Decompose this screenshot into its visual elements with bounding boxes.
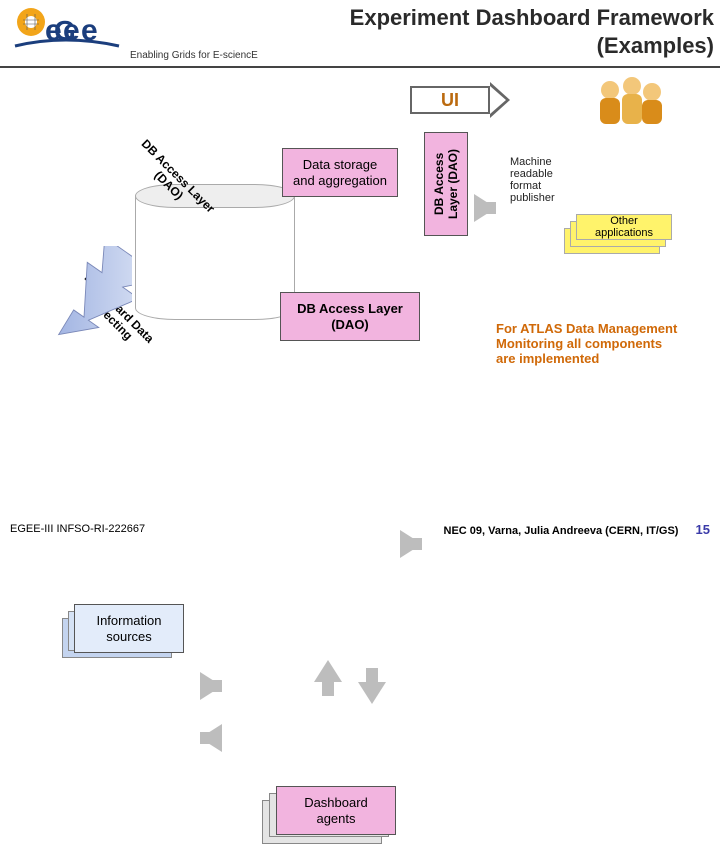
dashboard-agents-stack: Dashboard agents [262,786,402,848]
dao-lower-label: DB Access Layer (DAO) [297,301,403,332]
other-apps-stack: Other applications [564,214,672,258]
slide-title: Experiment Dashboard Framework (Examples… [350,4,714,59]
ui-arrow: UI [410,82,510,118]
page-number: 15 [696,522,710,537]
footer-right: NEC 09, Varna, Julia Andreeva (CERN, IT/… [444,525,679,537]
dao-vertical-label: DB Access Layer (DAO) [432,149,460,219]
ui-arrow-label: UI [441,90,459,111]
information-sources-label: Information sources [96,613,161,644]
arrow-sources-to-agents-1 [200,672,222,700]
arrow-agents-down [358,682,386,704]
other-apps-label: Other applications [580,215,668,239]
svg-text:G: G [54,15,76,46]
header: e e e G Enabling Grids for E-sciencE Exp… [0,0,720,68]
dao-lower-box: DB Access Layer (DAO) [280,292,420,341]
machine-readable-caption: Machine readable format publisher [506,154,578,206]
title-line-1: Experiment Dashboard Framework [350,4,714,32]
arrow-agents-to-sources [200,724,222,752]
arrow-agents-up [314,660,342,682]
people-icon [590,72,670,132]
information-sources-stack: Information sources [62,604,186,660]
footer-left: EGEE-III INFSO-RI-222667 [10,523,145,535]
dashboard-agents-label: Dashboard agents [304,795,368,826]
egee-logo: e e e G [0,0,130,68]
data-storage-label: Data storage and aggregation [293,157,387,188]
dao-vertical-box: DB Access Layer (DAO) [424,132,468,236]
footer: EGEE-III INFSO-RI-222667 NEC 09, Varna, … [0,518,720,540]
diagram-canvas: UI DB Access Layer (DAO) Machine readabl… [0,68,720,518]
dashboard-collecting-arrow [32,246,132,356]
tagline: Enabling Grids for E-sciencE [130,50,258,61]
title-line-2: (Examples) [350,32,714,60]
arrow-dao-to-publisher [474,194,496,222]
atlas-note: For ATLAS Data Management Monitoring all… [496,322,682,367]
data-storage-box: Data storage and aggregation [282,148,398,197]
